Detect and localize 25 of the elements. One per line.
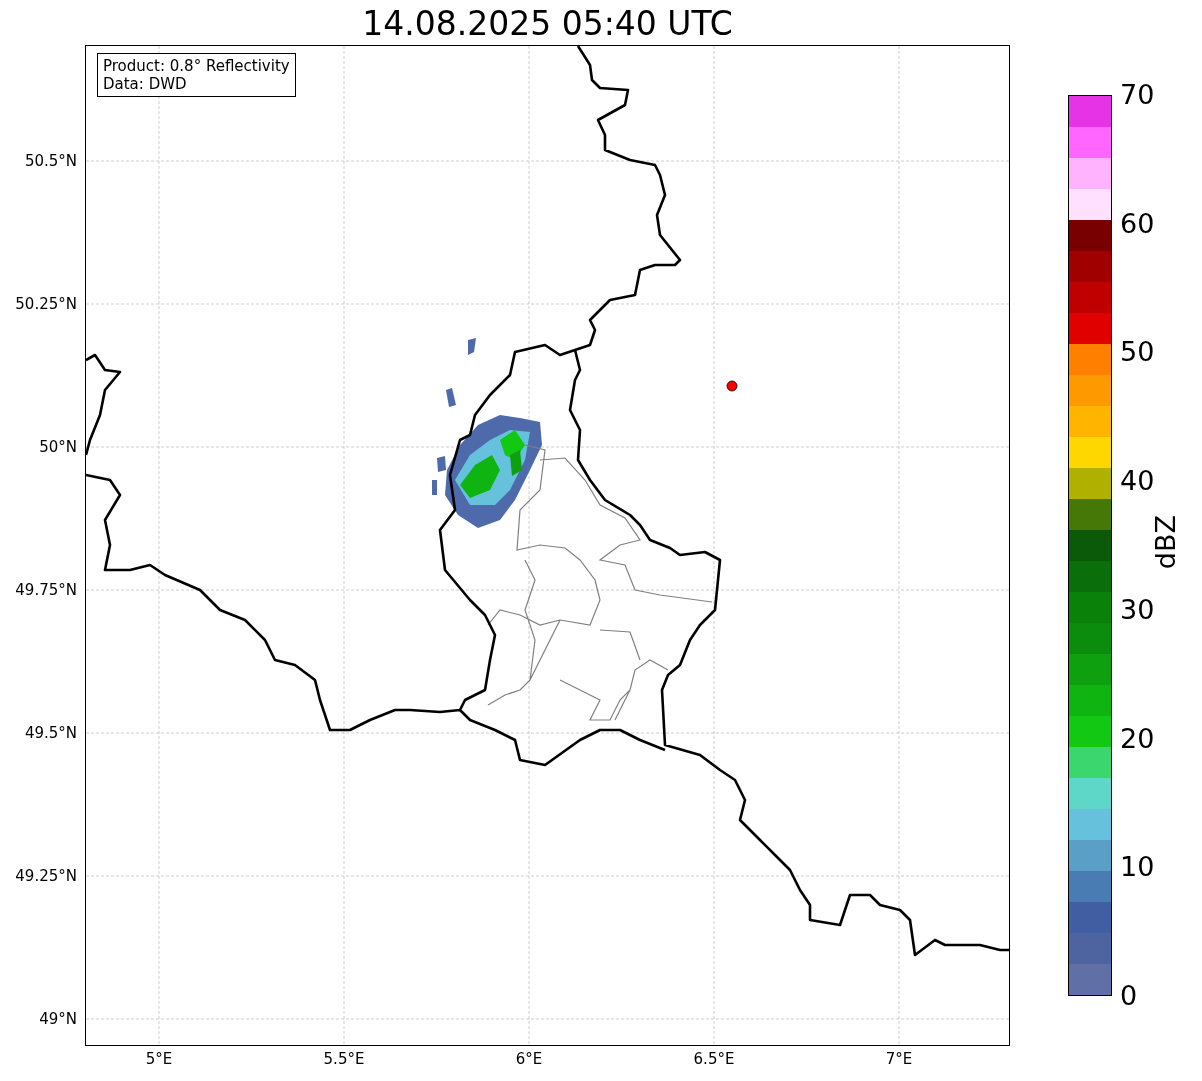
x-tick-label: 7°E [885,1050,913,1068]
y-tick-label: 50°N [39,438,77,456]
colorbar-tick-label: 50 [1120,337,1155,368]
info-text: Data: DWD [103,75,188,93]
colorbar-tick-label: 60 [1120,208,1155,239]
colorbar-tick-label: 40 [1120,466,1155,497]
x-tick-label: 5°E [145,1050,173,1068]
info-text: Product: 0.8° Reflectivity [103,57,290,75]
y-tick-label: 49.25°N [15,867,77,885]
colorbar-tick-label: 0 [1120,981,1138,1011]
colorbar-tick-label: 20 [1120,723,1155,754]
y-tick-label: 50.5°N [24,152,77,170]
x-tick-label: 5.5°E [323,1050,365,1068]
y-tick-label: 49.75°N [15,581,77,599]
colorbar-tick-label: 10 [1120,852,1155,883]
y-tick-label: 49°N [39,1010,77,1028]
y-tick-label: 50.25°N [15,295,77,313]
x-tick-label: 6.5°E [693,1050,735,1068]
location-marker-icon [726,380,738,392]
colorbar-tick-label: 30 [1120,594,1155,625]
colorbar-label: dBZ [1150,515,1181,570]
plot-title: 14.08.2025 05:40 UTC [361,3,734,45]
colorbar-tick-label: 70 [1120,80,1155,110]
y-tick-label: 49.5°N [24,724,77,742]
x-tick-label: 6°E [515,1050,543,1068]
